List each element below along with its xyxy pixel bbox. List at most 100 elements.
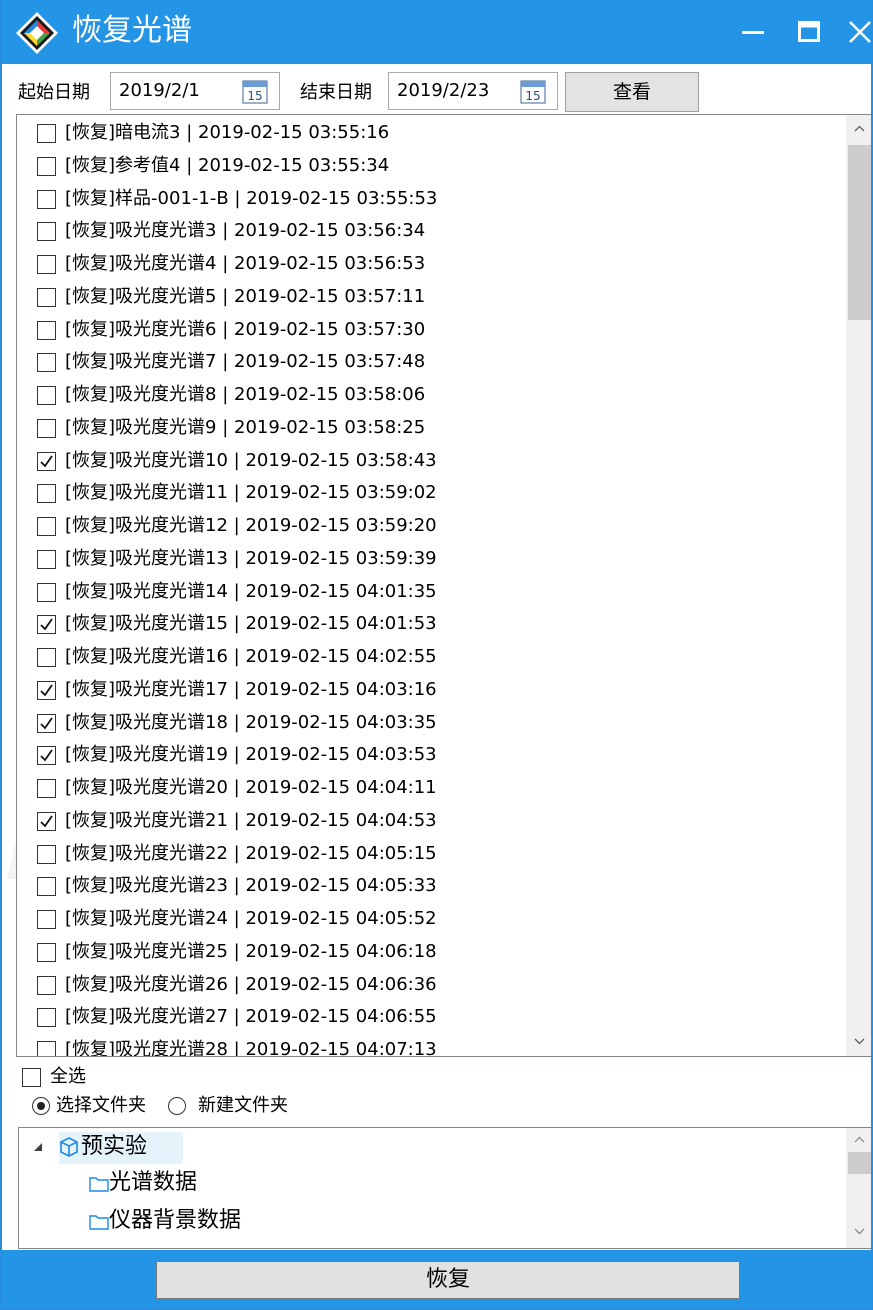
item-checkbox[interactable]: [37, 844, 56, 864]
list-item[interactable]: [恢复]吸光度光谱20 | 2019-02-15 04:04:11: [17, 772, 847, 805]
item-checkbox[interactable]: [37, 615, 56, 635]
tree-node-instrument-bg[interactable]: 仪器背景数据: [89, 1204, 489, 1240]
view-button[interactable]: 查看: [565, 72, 699, 112]
calendar-icon[interactable]: 15: [520, 80, 546, 104]
item-checkbox[interactable]: [37, 517, 56, 536]
scroll-up-button[interactable]: [846, 115, 871, 143]
minimize-button[interactable]: [728, 0, 780, 64]
list-item[interactable]: [恢复]吸光度光谱11 | 2019-02-15 03:59:02: [17, 477, 847, 510]
chevron-down-icon[interactable]: [854, 1228, 865, 1235]
list-item[interactable]: [恢复]吸光度光谱5 | 2019-02-15 03:57:11: [17, 281, 847, 314]
radio-select-folder-label[interactable]: 选择文件夹: [56, 1095, 146, 1117]
item-checkbox[interactable]: [37, 877, 56, 897]
end-date-field[interactable]: 2019/2/23 15: [388, 72, 558, 110]
title-bar[interactable]: 恢复光谱: [2, 0, 871, 64]
list-item[interactable]: [恢复]吸光度光谱16 | 2019-02-15 04:02:55: [17, 641, 847, 674]
list-item[interactable]: [恢复]吸光度光谱15 | 2019-02-15 04:01:53: [17, 608, 847, 641]
tree-node-spectrum-data[interactable]: 光谱数据: [89, 1166, 489, 1202]
close-button[interactable]: [834, 0, 871, 64]
tree-scrollbar[interactable]: [846, 1128, 871, 1248]
list-item[interactable]: [恢复]参考值4 | 2019-02-15 03:55:34: [17, 150, 847, 183]
item-checkbox[interactable]: [37, 156, 56, 176]
item-checkbox[interactable]: [37, 1041, 56, 1056]
list-item[interactable]: [恢复]吸光度光谱27 | 2019-02-15 04:06:55: [17, 1001, 847, 1034]
item-checkbox[interactable]: [37, 779, 56, 798]
list-item[interactable]: [恢复]吸光度光谱23 | 2019-02-15 04:05:33: [17, 870, 847, 903]
item-checkbox[interactable]: [37, 713, 56, 733]
item-label: [恢复]参考值4 | 2019-02-15 03:55:34: [65, 154, 390, 176]
list-item[interactable]: [恢复]吸光度光谱8 | 2019-02-15 03:58:06: [17, 379, 847, 412]
list-scrollbar[interactable]: [846, 115, 871, 1056]
start-date-label: 起始日期: [18, 82, 90, 103]
list-item[interactable]: [恢复]吸光度光谱4 | 2019-02-15 03:56:53: [17, 248, 847, 281]
item-checkbox[interactable]: [37, 1008, 56, 1028]
radio-select-folder[interactable]: [32, 1097, 50, 1115]
start-date-field[interactable]: 2019/2/1 15: [110, 72, 280, 110]
item-label: [恢复]吸光度光谱19 | 2019-02-15 04:03:53: [65, 744, 437, 766]
item-checkbox[interactable]: [37, 353, 56, 373]
spectrum-list-items: [恢复]暗电流3 | 2019-02-15 03:55:16 [恢复]参考值4 |…: [17, 115, 847, 1056]
minimize-icon: [742, 31, 764, 34]
scroll-down-button[interactable]: [846, 1028, 871, 1056]
list-item[interactable]: [恢复]吸光度光谱10 | 2019-02-15 03:58:43: [17, 445, 847, 478]
item-checkbox[interactable]: [37, 910, 56, 929]
list-item[interactable]: [恢复]吸光度光谱7 | 2019-02-15 03:57:48: [17, 346, 847, 379]
item-label: [恢复]吸光度光谱26 | 2019-02-15 04:06:36: [65, 973, 437, 995]
list-item[interactable]: [恢复]吸光度光谱24 | 2019-02-15 04:05:52: [17, 903, 847, 936]
item-checkbox[interactable]: [37, 287, 56, 307]
scroll-thumb[interactable]: [848, 145, 871, 320]
list-item[interactable]: [恢复]吸光度光谱6 | 2019-02-15 03:57:30: [17, 314, 847, 347]
chevron-up-icon[interactable]: [854, 1136, 865, 1143]
list-item[interactable]: [恢复]吸光度光谱21 | 2019-02-15 04:04:53: [17, 805, 847, 838]
item-checkbox[interactable]: [37, 451, 56, 471]
item-checkbox[interactable]: [37, 811, 56, 831]
list-item[interactable]: [恢复]吸光度光谱26 | 2019-02-15 04:06:36: [17, 969, 847, 1002]
list-item[interactable]: [恢复]吸光度光谱17 | 2019-02-15 04:03:16: [17, 674, 847, 707]
radio-new-folder-label[interactable]: 新建文件夹: [198, 1095, 288, 1117]
list-item[interactable]: [恢复]样品-001-1-B | 2019-02-15 03:55:53: [17, 183, 847, 216]
item-checkbox[interactable]: [37, 680, 56, 700]
item-checkbox[interactable]: [37, 255, 56, 274]
item-checkbox[interactable]: [37, 386, 56, 405]
item-checkbox[interactable]: [37, 418, 56, 438]
list-item[interactable]: [恢复]吸光度光谱14 | 2019-02-15 04:01:35: [17, 576, 847, 609]
item-checkbox[interactable]: [37, 942, 56, 962]
item-checkbox[interactable]: [37, 320, 56, 340]
list-item[interactable]: [恢复]吸光度光谱28 | 2019-02-15 04:07:13: [17, 1034, 847, 1056]
item-checkbox[interactable]: [37, 746, 56, 766]
item-checkbox[interactable]: [37, 124, 56, 143]
list-item[interactable]: [恢复]吸光度光谱9 | 2019-02-15 03:58:25: [17, 412, 847, 445]
item-label: [恢复]样品-001-1-B | 2019-02-15 03:55:53: [65, 187, 438, 209]
item-checkbox[interactable]: [37, 549, 56, 569]
chevron-down-icon: [854, 1038, 865, 1045]
folder-tree[interactable]: 预实验 光谱数据 仪器背景数据: [18, 1127, 871, 1249]
list-item[interactable]: [恢复]吸光度光谱12 | 2019-02-15 03:59:20: [17, 510, 847, 543]
select-all-checkbox[interactable]: 全选: [22, 1066, 222, 1090]
list-item[interactable]: [恢复]暗电流3 | 2019-02-15 03:55:16: [17, 117, 847, 150]
expand-triangle-icon[interactable]: [33, 1142, 43, 1152]
list-item[interactable]: [恢复]吸光度光谱25 | 2019-02-15 04:06:18: [17, 936, 847, 969]
maximize-button[interactable]: [784, 0, 836, 64]
list-item[interactable]: [恢复]吸光度光谱19 | 2019-02-15 04:03:53: [17, 739, 847, 772]
item-checkbox[interactable]: [37, 189, 56, 209]
tree-scroll-thumb[interactable]: [848, 1152, 871, 1174]
list-item[interactable]: [恢复]吸光度光谱18 | 2019-02-15 04:03:35: [17, 707, 847, 740]
item-checkbox[interactable]: [37, 975, 56, 995]
item-checkbox[interactable]: [37, 484, 56, 504]
radio-new-folder[interactable]: [168, 1097, 186, 1115]
checkmark-icon: [40, 618, 53, 631]
restore-button[interactable]: 恢复: [156, 1261, 740, 1299]
item-checkbox[interactable]: [37, 582, 56, 602]
item-checkbox[interactable]: [37, 222, 56, 242]
item-checkbox[interactable]: [37, 648, 56, 667]
calendar-icon[interactable]: 15: [242, 80, 268, 104]
select-all-box[interactable]: [22, 1068, 41, 1087]
spectrum-list[interactable]: [恢复]暗电流3 | 2019-02-15 03:55:16 [恢复]参考值4 |…: [16, 114, 871, 1057]
checkmark-icon: [40, 684, 53, 697]
list-item[interactable]: [恢复]吸光度光谱13 | 2019-02-15 03:59:39: [17, 543, 847, 576]
list-item[interactable]: [恢复]吸光度光谱3 | 2019-02-15 03:56:34: [17, 215, 847, 248]
list-item[interactable]: [恢复]吸光度光谱22 | 2019-02-15 04:05:15: [17, 838, 847, 871]
window-title: 恢复光谱: [72, 13, 192, 48]
tree-child-label: 光谱数据: [109, 1170, 198, 1195]
tree-node-root[interactable]: 预实验: [29, 1130, 329, 1166]
